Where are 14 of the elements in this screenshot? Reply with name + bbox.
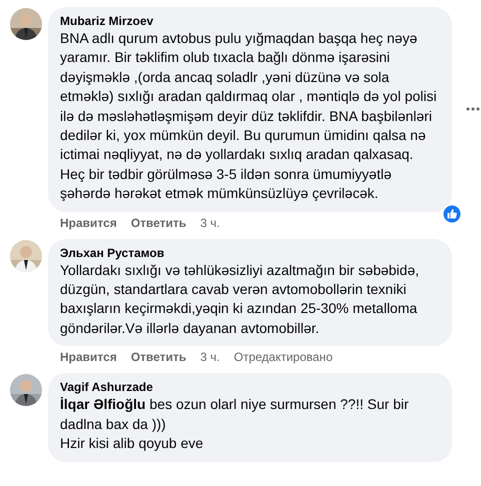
reply-link[interactable]: Ответить [130,214,186,231]
comment-time[interactable]: 3 ч. [200,349,220,366]
comment-text: BNA adlı qurum avtobus pulu yığmaqdan başqa heç nəyə yaramır. Bir təklifim olub tıxacla bağlı dönmə işarəsini dəyişməklə ,(orda ancaq soladlr ,yəni düzünə və sola etməklə) sıxlığı aradan qaldırmaq olar , məntiqlə də yol polisi ilə də məsləhətləşmişəm deyir düz təklifdir. BNA başbilənləri dedilər ki, yox mümkün deyil. Bu qurumun ümidinı qalsa nə ictimai nəqliyyat, nə də yollardakı sıxlıq aradan qalxasaq. Heç bir tədbir görülməsə 3-5 ildən sonra ümumiyyətlə şəhərdə hərəkət etmək mümkünsüzlüyə çevriləcək. [60,29,438,204]
comment-text: İlqar Əlfioğlu bes ozun olarl niye surmursen ??!! Sur bir dadlna bax da ))) Hzir kisi alib qoyub eve [60,395,410,454]
author-name[interactable]: Mubariz Mirzoev [60,14,440,29]
author-name[interactable]: Vagif Ashurzade [60,380,440,396]
author-name[interactable]: Эльхан Рустамов [60,246,440,261]
more-options-icon[interactable] [466,107,480,112]
like-link[interactable]: Нравится [60,349,117,366]
like-link[interactable]: Нравится [60,214,117,231]
comment-text: Yollardakı sıxlığı və təhlükəsizliyi azaltmağın bir səbəbidə, düzgün, standartlara cavab verən avtomobollərin texniki baxışların keçirməkdi,yəqin ki azından 25-30% metalloma göndərilər.Və illərlə dayanan avtomobillər. [60,260,420,338]
edited-label: Отредактировано [234,349,333,366]
comment-time[interactable]: 3 ч. [200,214,220,231]
reply-link[interactable]: Ответить [130,349,186,366]
